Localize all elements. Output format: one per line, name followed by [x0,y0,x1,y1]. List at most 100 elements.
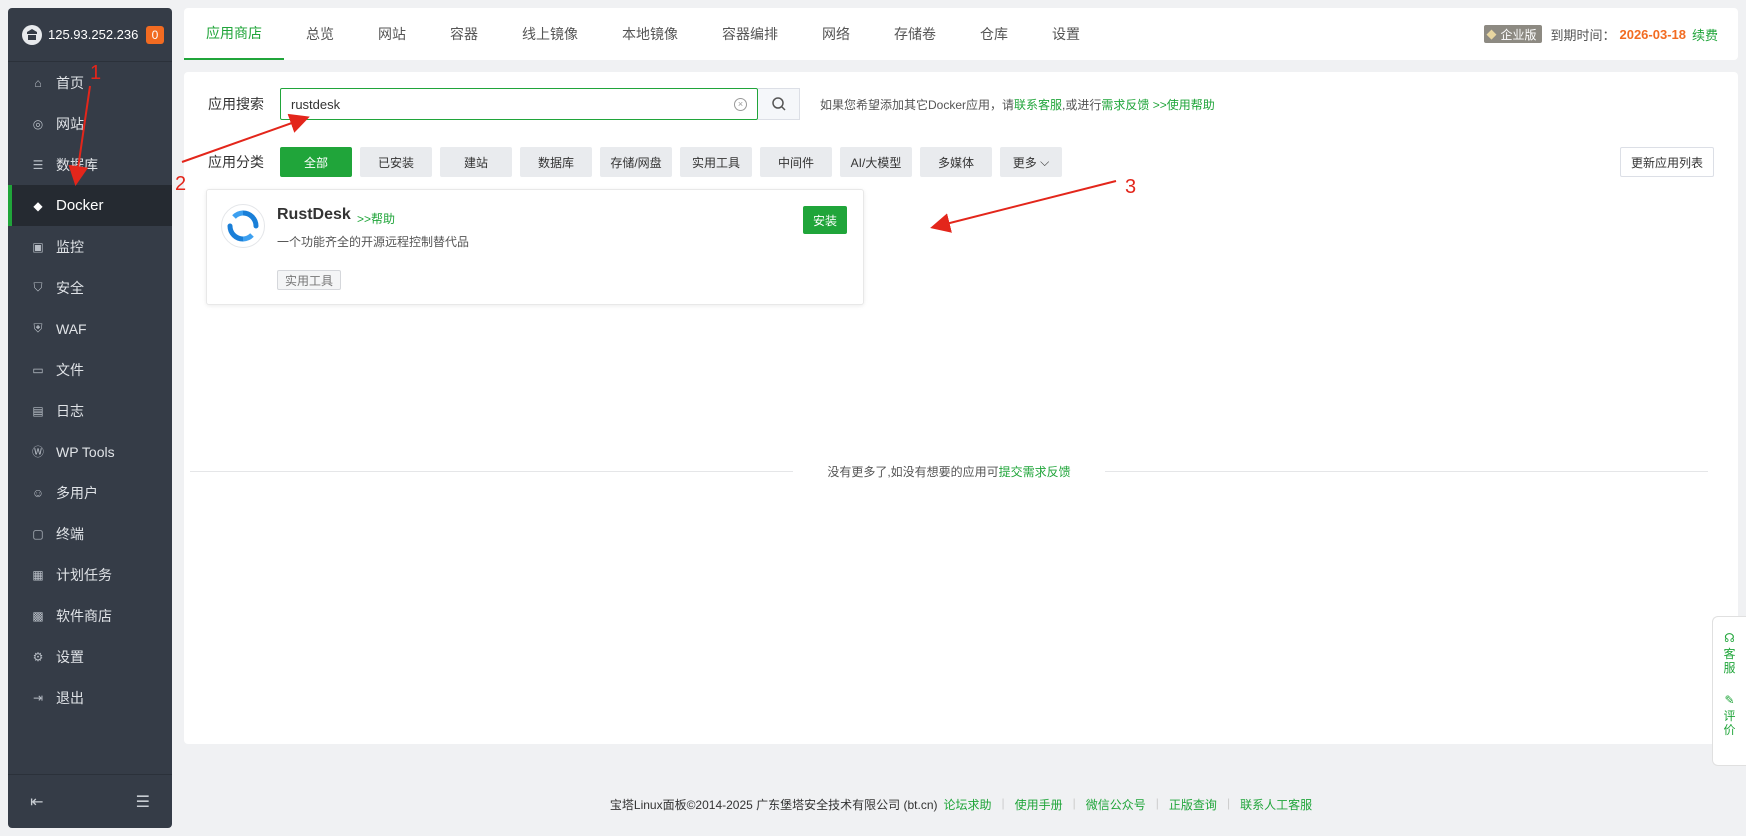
wordpress-icon: Ⓦ [31,445,44,459]
tab-3[interactable]: 容器 [428,8,500,60]
tab-1[interactable]: 总览 [284,8,356,60]
no-more-text: 没有更多了,如没有想要的应用可 [827,465,999,479]
rustdesk-logo-icon [221,204,265,248]
sidebar-item-2[interactable]: ☰ 数据库 [8,144,172,185]
tab-2[interactable]: 网站 [356,8,428,60]
expire-date: 2026-03-18 [1619,26,1686,42]
feedback-link[interactable]: 需求反馈 [1101,98,1149,112]
tab-4[interactable]: 线上镜像 [500,8,600,60]
tab-0[interactable]: 应用商店 [184,8,284,60]
sidebar-item-1[interactable]: ◎ 网站 [8,103,172,144]
category-6[interactable]: 中间件 [760,147,832,177]
edit-icon: ✎ [1724,693,1735,707]
contact-service-link[interactable]: 联系客服 [1014,98,1062,112]
help-link[interactable]: >>使用帮助 [1149,98,1215,112]
collapse-icon[interactable]: ⇤ [30,792,43,812]
sidebar-item-label: WAF [56,320,87,337]
sidebar-item-label: WP Tools [56,443,115,460]
annotation-number-2: 2 [175,173,187,195]
refresh-app-list-button[interactable]: 更新应用列表 [1619,147,1714,177]
sidebar-item-9[interactable]: Ⓦ WP Tools [8,431,172,472]
sidebar-item-15[interactable]: ⇥ 退出 [8,677,172,718]
footer-link-2[interactable]: 微信公众号 [1086,796,1146,813]
sidebar-item-4[interactable]: ▣ 监控 [8,226,172,267]
footer-link-0[interactable]: 论坛求助 [944,796,992,813]
tab-10[interactable]: 设置 [1030,8,1102,60]
category-5[interactable]: 实用工具 [680,147,752,177]
license-info: ◆ 企业版 到期时间： 2026-03-18 续费 [1484,25,1738,44]
category-4[interactable]: 存储/网盘 [600,147,672,177]
tab-7[interactable]: 网络 [800,8,872,60]
search-row: 应用搜索 × 如果您希望添加其它Docker应用，请联系客服,或进行需求反馈 >… [208,88,1215,120]
app-card-rustdesk: RustDesk >>帮助 一个功能齐全的开源远程控制替代品 实用工具 安装 [206,189,864,305]
menu-list-icon[interactable]: ☰ [136,792,150,812]
footer-link-3[interactable]: 正版查询 [1169,796,1217,813]
log-icon: ▤ [32,403,44,418]
search-hint: 如果您希望添加其它Docker应用，请联系客服,或进行需求反馈 >>使用帮助 [820,97,1215,112]
sidebar-item-3[interactable]: ◆ Docker [8,185,172,226]
tab-list: 应用商店 总览 网站 容器 线上镜像 本地镜像 容器编排 网络 存储卷 仓库 设置 [184,8,1102,60]
category-7[interactable]: AI/大模型 [840,147,912,177]
sidebar-item-12[interactable]: ▦ 计划任务 [8,554,172,595]
sidebar-item-label: Docker [56,197,104,214]
search-icon [771,97,786,111]
footer-link-4[interactable]: 联系人工客服 [1240,796,1312,813]
app-description: 一个功能齐全的开源远程控制替代品 [277,235,470,249]
sidebar-item-label: 设置 [56,648,84,665]
sidebar-item-8[interactable]: ▤ 日志 [8,390,172,431]
install-button[interactable]: 安装 [803,206,847,234]
category-8[interactable]: 多媒体 [920,147,992,177]
sidebar: 125.93.252.236 0 ⌂ 首页 ◎ 网站 ☰ 数据库 ◆ Docker ▣ 监控 ⛉ 安全… [8,8,172,828]
search-input[interactable] [291,96,734,112]
server-ip: 125.93.252.236 [48,27,139,42]
search-box: × [280,88,758,120]
annotation-number-3: 3 [1125,176,1137,198]
notification-badge[interactable]: 0 [146,25,164,44]
submit-feedback-link[interactable]: 提交需求反馈 [999,465,1071,479]
tab-9[interactable]: 仓库 [958,8,1030,60]
sidebar-item-6[interactable]: ⛨ WAF [8,308,172,349]
clear-icon[interactable]: × [734,97,747,111]
review-button[interactable]: ✎ 评价 [1723,693,1735,737]
sidebar-item-14[interactable]: ⚙ 设置 [8,636,172,677]
customer-service-button[interactable]: ☊ 客服 [1723,631,1735,675]
annotation-number-1: 1 [90,62,102,84]
category-more-button[interactable]: 更多 ⌵ [1000,147,1062,177]
sidebar-item-10[interactable]: ☺ 多用户 [8,472,172,513]
search-label: 应用搜索 [208,96,264,112]
tab-5[interactable]: 本地镜像 [600,8,700,60]
bt-logo-icon [22,24,42,45]
folder-icon: ▭ [32,362,44,377]
monitor-icon: ▣ [32,239,44,254]
category-3[interactable]: 数据库 [520,147,592,177]
tab-6[interactable]: 容器编排 [700,8,800,60]
terminal-icon: ▢ [32,526,44,541]
app-help-link[interactable]: >>帮助 [357,210,395,227]
tab-8[interactable]: 存储卷 [872,8,958,60]
sidebar-item-13[interactable]: ▩ 软件商店 [8,595,172,636]
category-label: 应用分类 [208,154,264,170]
sidebar-item-label: 退出 [56,689,84,706]
sidebar-menu: ⌂ 首页 ◎ 网站 ☰ 数据库 ◆ Docker ▣ 监控 ⛉ 安全 ⛨ WAF ▭ 文件 ▤ 日志 Ⓦ WP Too… [8,62,172,718]
footer-separator: | [1001,796,1005,810]
footer-link-1[interactable]: 使用手册 [1015,796,1063,813]
sidebar-item-5[interactable]: ⛉ 安全 [8,267,172,308]
no-more-divider: 没有更多了,如没有想要的应用可提交需求反馈 [190,463,1709,480]
category-1[interactable]: 已安装 [360,147,432,177]
docker-icon: ◆ [33,198,43,213]
footer: 宝塔Linux面板©2014-2025 广东堡塔安全技术有限公司 (bt.cn)… [184,796,1738,813]
sidebar-item-11[interactable]: ▢ 终端 [8,513,172,554]
sidebar-item-label: 数据库 [56,156,98,173]
category-2[interactable]: 建站 [440,147,512,177]
footer-separator: | [1155,796,1159,810]
sidebar-item-7[interactable]: ▭ 文件 [8,349,172,390]
sidebar-item-label: 监控 [56,238,84,255]
app-category-tag: 实用工具 [277,270,342,290]
renew-link[interactable]: 续费 [1692,25,1718,44]
enterprise-badge: ◆ 企业版 [1484,25,1543,43]
calendar-icon: ▦ [32,567,44,582]
database-icon: ☰ [32,157,44,172]
users-icon: ☺ [31,485,45,500]
category-0[interactable]: 全部 [280,147,352,177]
search-button[interactable] [758,88,800,120]
